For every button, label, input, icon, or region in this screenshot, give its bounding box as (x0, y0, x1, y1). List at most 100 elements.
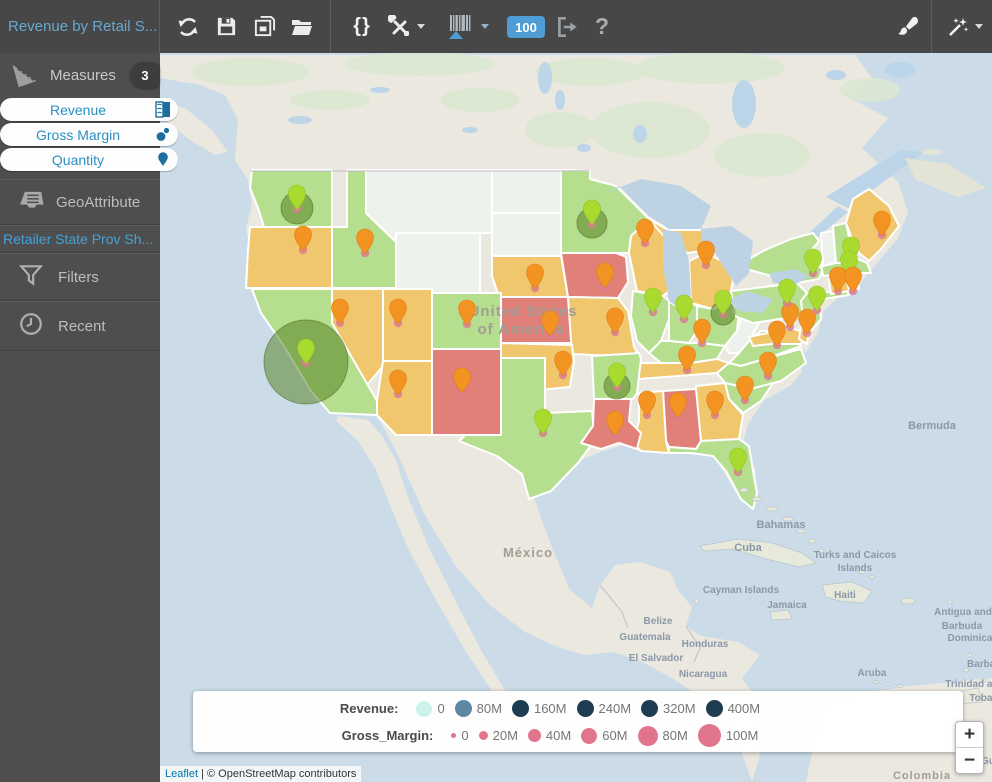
pin-icon (155, 151, 171, 171)
legend-value: 60M (602, 728, 627, 743)
legend-value: 400M (728, 701, 761, 716)
map-attribution: Leaflet | © OpenStreetMap contributors (160, 766, 361, 782)
open-button[interactable] (283, 0, 321, 53)
legend-item: 80M (638, 726, 688, 746)
legend-value: 0 (461, 728, 468, 743)
state-AZ[interactable] (377, 361, 432, 435)
map-place-label: Aruba (858, 668, 887, 679)
legend-item: 40M (528, 728, 571, 743)
zoom-in-button[interactable]: + (956, 722, 983, 748)
map-place-label: Nicaragua (679, 669, 728, 680)
geoattribute-header[interactable]: GeoAttribute (0, 179, 160, 225)
legend-revenue-row: Revenue: 0 80M 160M 240M 320M 400M (340, 700, 760, 717)
choropleth-icon (155, 101, 171, 121)
state-WY[interactable] (396, 233, 480, 293)
map-place-label: Dominica (947, 633, 992, 644)
legend-value: 320M (663, 701, 696, 716)
save-button[interactable] (207, 0, 245, 53)
state-IA[interactable] (561, 249, 628, 298)
leaflet-link[interactable]: Leaflet (165, 768, 198, 780)
state-MT[interactable] (366, 170, 492, 242)
ruler-icon (10, 61, 40, 91)
map-place-label: Honduras (682, 639, 729, 650)
map-place-label: Turks and Caicos (814, 550, 897, 561)
toolbar-separator (330, 0, 331, 53)
map-place-label: Jamaica (767, 600, 807, 611)
expression-button[interactable]: {} (343, 0, 381, 53)
help-icon: ? (595, 13, 609, 40)
legend-swatch (451, 733, 456, 738)
map-zoom-control: + − (955, 721, 984, 774)
measure-item-quantity[interactable]: Quantity (0, 148, 178, 171)
legend-revenue-label: Revenue: (340, 701, 399, 716)
measures-label: Measures (50, 67, 116, 84)
paintbrush-icon (894, 14, 920, 40)
map-svg: United Statesof AmericaMéxicoBermudaBaha… (160, 53, 992, 782)
map-place-label: Barbuda (942, 621, 983, 632)
marker-style-button[interactable] (437, 0, 497, 53)
map-place-label: El Salvador (629, 653, 684, 664)
help-button[interactable]: ? (586, 0, 618, 53)
legend-swatch (638, 726, 658, 746)
legend-item: 320M (641, 700, 696, 717)
export-button[interactable] (548, 0, 586, 53)
legend-item: 100M (698, 724, 759, 747)
state-SD[interactable] (492, 213, 561, 256)
map-place-label: Haiti (834, 590, 856, 601)
map-canvas[interactable]: United Statesof AmericaMéxicoBermudaBaha… (160, 53, 992, 782)
map-place-label: Cayman Islands (703, 585, 780, 596)
legend-value: 100M (726, 728, 759, 743)
sidebar-item-filters[interactable]: Filters (0, 253, 160, 301)
magic-wand-icon (946, 15, 970, 39)
measure-label: Quantity (52, 152, 104, 168)
tools-icon (388, 15, 412, 39)
filters-label: Filters (58, 269, 99, 286)
state-NM[interactable] (432, 349, 501, 435)
clock-icon (18, 311, 44, 341)
measure-item-gross-margin[interactable]: Gross Margin (0, 123, 178, 146)
legend-gross-margin-label: Gross_Margin: (342, 728, 434, 743)
zoom-out-button[interactable]: − (956, 748, 983, 773)
pei-island (922, 149, 942, 155)
tools-menu-button[interactable] (383, 0, 429, 53)
map-place-label: Guatemala (619, 632, 671, 643)
state-UT[interactable] (383, 289, 432, 361)
map-place-label: Bahamas (757, 519, 806, 531)
legend-item: 0 (416, 701, 444, 717)
legend-value: 40M (546, 728, 571, 743)
legend-value: 20M (493, 728, 518, 743)
map-place-label: Cuba (734, 542, 762, 554)
osm-attribution: © OpenStreetMap contributors (207, 768, 356, 780)
map-place-label: Barbados (967, 659, 992, 670)
measure-item-revenue[interactable]: Revenue (0, 98, 178, 121)
toolbar: Revenue by Retail S... (0, 0, 992, 53)
legend-revenue-items: 0 80M 160M 240M 320M 400M (406, 700, 760, 717)
legend-swatch (706, 700, 723, 717)
state-OR[interactable] (246, 227, 332, 288)
max-markers-badge[interactable]: 100 (507, 16, 545, 38)
geoattribute-icon (18, 186, 48, 218)
magic-menu-button[interactable] (938, 0, 990, 53)
marker-style-caret-icon (481, 24, 489, 29)
geoattribute-selected[interactable]: Retailer State Prov Sh... (0, 225, 160, 253)
document-title: Revenue by Retail S... (0, 0, 160, 53)
measures-header[interactable]: Measures 3 (0, 53, 160, 98)
legend-item: 0 (451, 728, 468, 743)
legend-value: 160M (534, 701, 567, 716)
barcode-marker-icon (446, 12, 476, 42)
state-ND[interactable] (492, 170, 561, 213)
map-place-label: Antigua and (934, 607, 992, 618)
save-as-icon (253, 15, 276, 38)
legend-swatch (455, 700, 472, 717)
sidebar-item-recent[interactable]: Recent (0, 301, 160, 351)
legend-item: 80M (455, 700, 502, 717)
refresh-icon (176, 15, 200, 39)
save-as-button[interactable] (245, 0, 283, 53)
legend-item: 20M (479, 728, 518, 743)
cozumel (695, 598, 699, 604)
magic-caret-icon (975, 24, 983, 29)
puerto-rico (901, 598, 915, 604)
style-brush-button[interactable] (888, 0, 926, 53)
legend-value: 240M (599, 701, 632, 716)
refresh-button[interactable] (169, 0, 207, 53)
